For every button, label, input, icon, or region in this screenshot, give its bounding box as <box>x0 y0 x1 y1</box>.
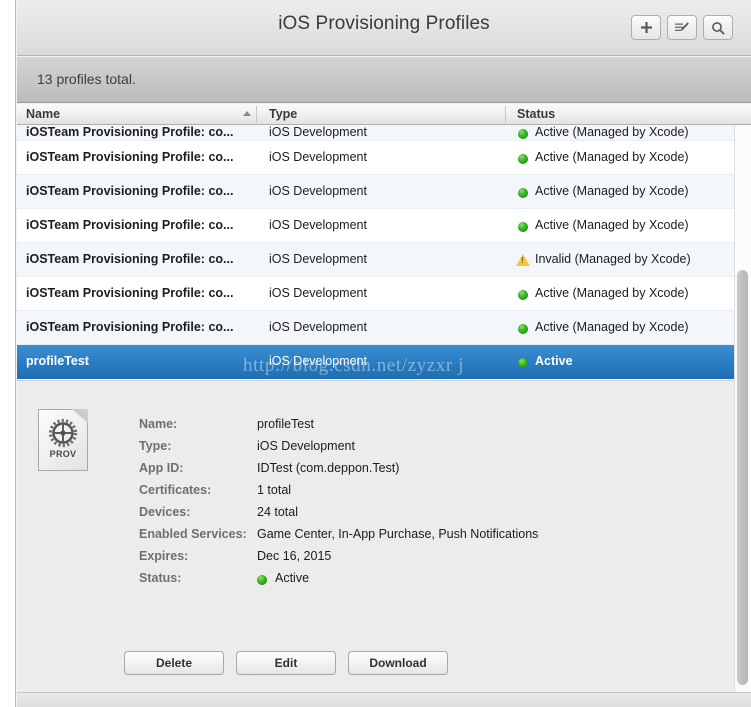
status-active-dot-icon <box>518 154 528 164</box>
profiles-table[interactable]: iOSTeam Provisioning Profile: co... iOS … <box>17 125 734 380</box>
edit-button[interactable]: Edit <box>236 651 336 675</box>
status-active-dot-icon <box>518 358 528 368</box>
toolbar <box>631 15 733 40</box>
column-header-type[interactable]: Type <box>269 107 297 121</box>
gear-icon <box>48 418 78 448</box>
row-type: iOS Development <box>269 286 367 300</box>
field-value: Dec 16, 2015 <box>257 549 332 563</box>
field-value: Active <box>275 571 310 585</box>
status-active-dot-icon <box>518 290 528 300</box>
row-type: iOS Development <box>269 125 367 139</box>
field-value: Game Center, In-App Purchase, Push Notif… <box>257 527 539 541</box>
column-header-status[interactable]: Status <box>517 107 555 121</box>
document-icon-label: PROV <box>49 449 77 459</box>
row-type: iOS Development <box>269 320 367 334</box>
row-name: iOSTeam Provisioning Profile: co... <box>26 320 234 334</box>
field-label: Name: <box>139 417 178 431</box>
ios-provisioning-profiles-window: iOS Provisioning Profiles 13 profiles to… <box>0 0 751 707</box>
field-label: Expires: <box>139 549 189 563</box>
row-status: Active (Managed by Xcode) <box>535 320 689 334</box>
field-label: Type: <box>139 439 172 453</box>
column-divider-1[interactable] <box>256 106 257 123</box>
row-status: Active (Managed by Xcode) <box>535 286 689 300</box>
table-column-header: Name Type Status <box>17 104 751 125</box>
status-active-dot-icon <box>518 324 528 334</box>
edit-pencil-icon <box>675 21 689 31</box>
field-label: Status: <box>139 571 182 585</box>
field-label: App ID: <box>139 461 184 475</box>
table-row[interactable]: iOSTeam Provisioning Profile: co... iOS … <box>17 175 734 209</box>
row-type: iOS Development <box>269 184 367 198</box>
row-type: iOS Development <box>269 218 367 232</box>
search-button[interactable] <box>703 15 733 40</box>
row-status: Active (Managed by Xcode) <box>535 184 689 198</box>
field-value: 1 total <box>257 483 292 497</box>
edit-profile-button[interactable] <box>667 15 697 40</box>
column-header-name[interactable]: Name <box>26 107 60 121</box>
title-bar: iOS Provisioning Profiles <box>17 0 751 56</box>
table-row-selected[interactable]: profileTest iOS Development Active <box>17 345 734 379</box>
row-status: Active (Managed by Xcode) <box>535 218 689 232</box>
row-type: iOS Development <box>269 150 367 164</box>
detail-action-buttons: Delete Edit Download <box>124 651 448 675</box>
row-status: Active <box>535 354 573 368</box>
table-row[interactable]: iOSTeam Provisioning Profile: co... iOS … <box>17 125 734 141</box>
row-name: iOSTeam Provisioning Profile: co... <box>26 252 234 266</box>
search-icon <box>712 21 725 35</box>
table-row[interactable]: iOSTeam Provisioning Profile: co... iOS … <box>17 209 734 243</box>
field-label: Enabled Services: <box>139 527 247 541</box>
provisioning-profile-document-icon: PROV <box>38 409 88 471</box>
field-value: profileTest <box>257 417 314 431</box>
status-active-dot-icon <box>257 575 267 585</box>
table-row[interactable]: iOSTeam Provisioning Profile: co... iOS … <box>17 243 734 277</box>
field-label: Certificates: <box>139 483 212 497</box>
row-type: iOS Development <box>269 354 367 368</box>
column-divider-2[interactable] <box>505 106 506 123</box>
table-row[interactable]: iOSTeam Provisioning Profile: co... iOS … <box>17 141 734 175</box>
summary-bar: 13 profiles total. <box>17 57 751 103</box>
row-type: iOS Development <box>269 252 367 266</box>
status-invalid-warning-icon <box>516 254 530 266</box>
table-row[interactable]: iOSTeam Provisioning Profile: co... iOS … <box>17 277 734 311</box>
row-name: iOSTeam Provisioning Profile: co... <box>26 125 234 139</box>
window-bottom-bar <box>17 692 751 707</box>
row-name: iOSTeam Provisioning Profile: co... <box>26 184 234 198</box>
add-profile-button[interactable] <box>631 15 661 40</box>
table-row[interactable]: iOSTeam Provisioning Profile: co... iOS … <box>17 311 734 345</box>
plus-icon <box>640 22 652 33</box>
sort-ascending-icon <box>243 111 251 116</box>
row-status: Active (Managed by Xcode) <box>535 150 689 164</box>
status-active-dot-icon <box>518 222 528 232</box>
row-status: Invalid (Managed by Xcode) <box>535 252 691 266</box>
vertical-scrollbar-thumb[interactable] <box>737 270 748 685</box>
row-name: iOSTeam Provisioning Profile: co... <box>26 286 234 300</box>
delete-button[interactable]: Delete <box>124 651 224 675</box>
row-name: iOSTeam Provisioning Profile: co... <box>26 218 234 232</box>
status-active-dot-icon <box>518 188 528 198</box>
field-value: IDTest (com.deppon.Test) <box>257 461 400 475</box>
field-value: iOS Development <box>257 439 355 453</box>
field-label: Devices: <box>139 505 191 519</box>
download-button[interactable]: Download <box>348 651 448 675</box>
field-value: 24 total <box>257 505 299 519</box>
profile-detail-pane: PROV Name: profileTest Type: iOS Develop… <box>17 380 734 692</box>
profiles-total-label: 13 profiles total. <box>37 71 136 87</box>
status-active-dot-icon <box>518 129 528 139</box>
row-name: profileTest <box>26 354 89 368</box>
window-left-gutter <box>0 0 16 707</box>
row-status: Active (Managed by Xcode) <box>535 125 689 139</box>
row-name: iOSTeam Provisioning Profile: co... <box>26 150 234 164</box>
